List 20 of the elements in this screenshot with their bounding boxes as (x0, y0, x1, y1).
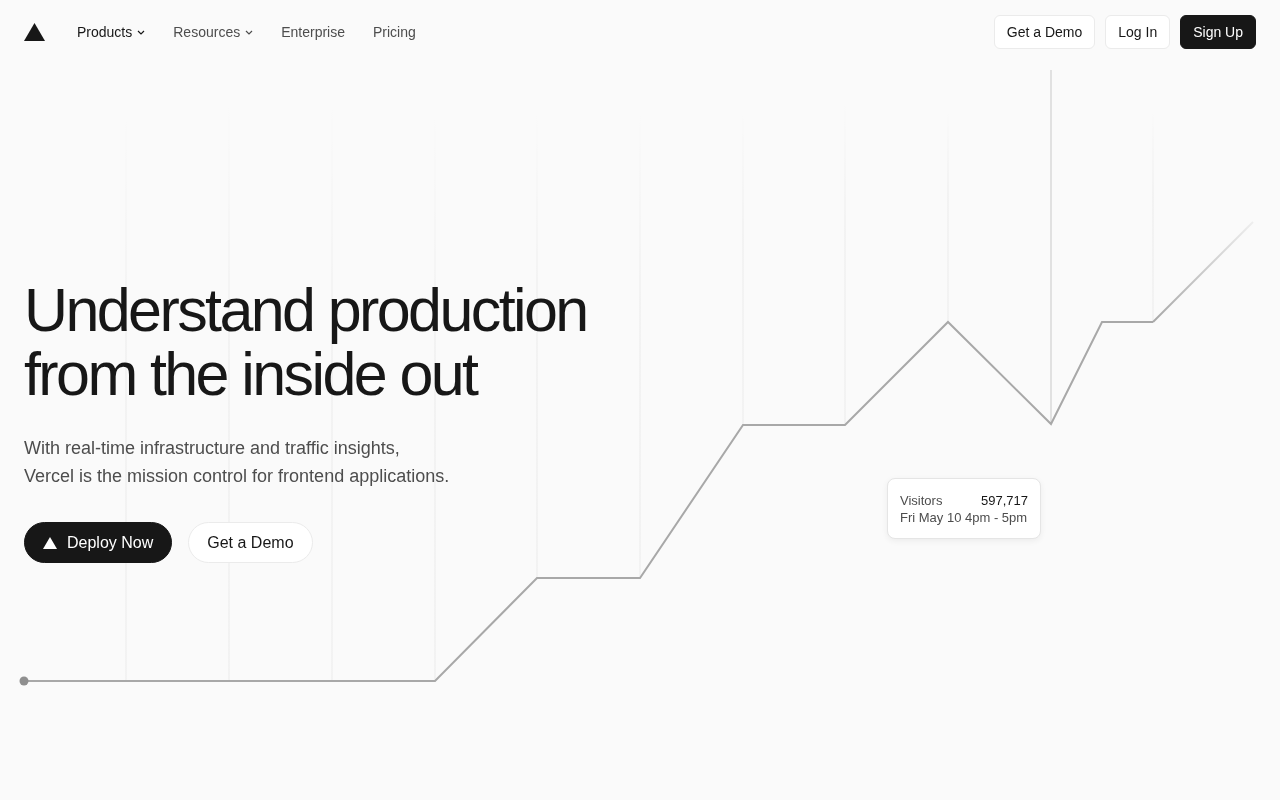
tooltip-label: Visitors (900, 492, 943, 509)
nav-link[interactable]: Resources (161, 18, 266, 46)
headline: Understand production (24, 278, 588, 342)
triangle-icon (43, 536, 57, 549)
deploy-button[interactable]: Deploy Now (24, 522, 173, 563)
sign-up-button[interactable]: Sign Up (1180, 15, 1256, 49)
nav-button[interactable]: Get a Demo (993, 15, 1096, 49)
subtitle: Vercel is the mission control for frontend applications. (24, 465, 451, 488)
chevron-down-icon (245, 29, 254, 35)
chevron-down-icon (137, 29, 146, 35)
nav-link[interactable]: Pricing (361, 18, 428, 46)
nav-link[interactable]: Products (65, 18, 158, 46)
nav-link[interactable]: Enterprise (269, 18, 357, 46)
tooltip-value: 597,717 (981, 492, 1028, 509)
chart-start-point (19, 676, 29, 686)
subtitle: With real-time infrastructure and traffic insights, (24, 437, 401, 460)
demo-button[interactable]: Get a Demo (188, 522, 313, 563)
nav-button[interactable]: Log In (1105, 15, 1171, 49)
tooltip-time: Fri May 10 4pm - 5pm (900, 509, 1028, 526)
logo-icon[interactable] (24, 23, 45, 41)
